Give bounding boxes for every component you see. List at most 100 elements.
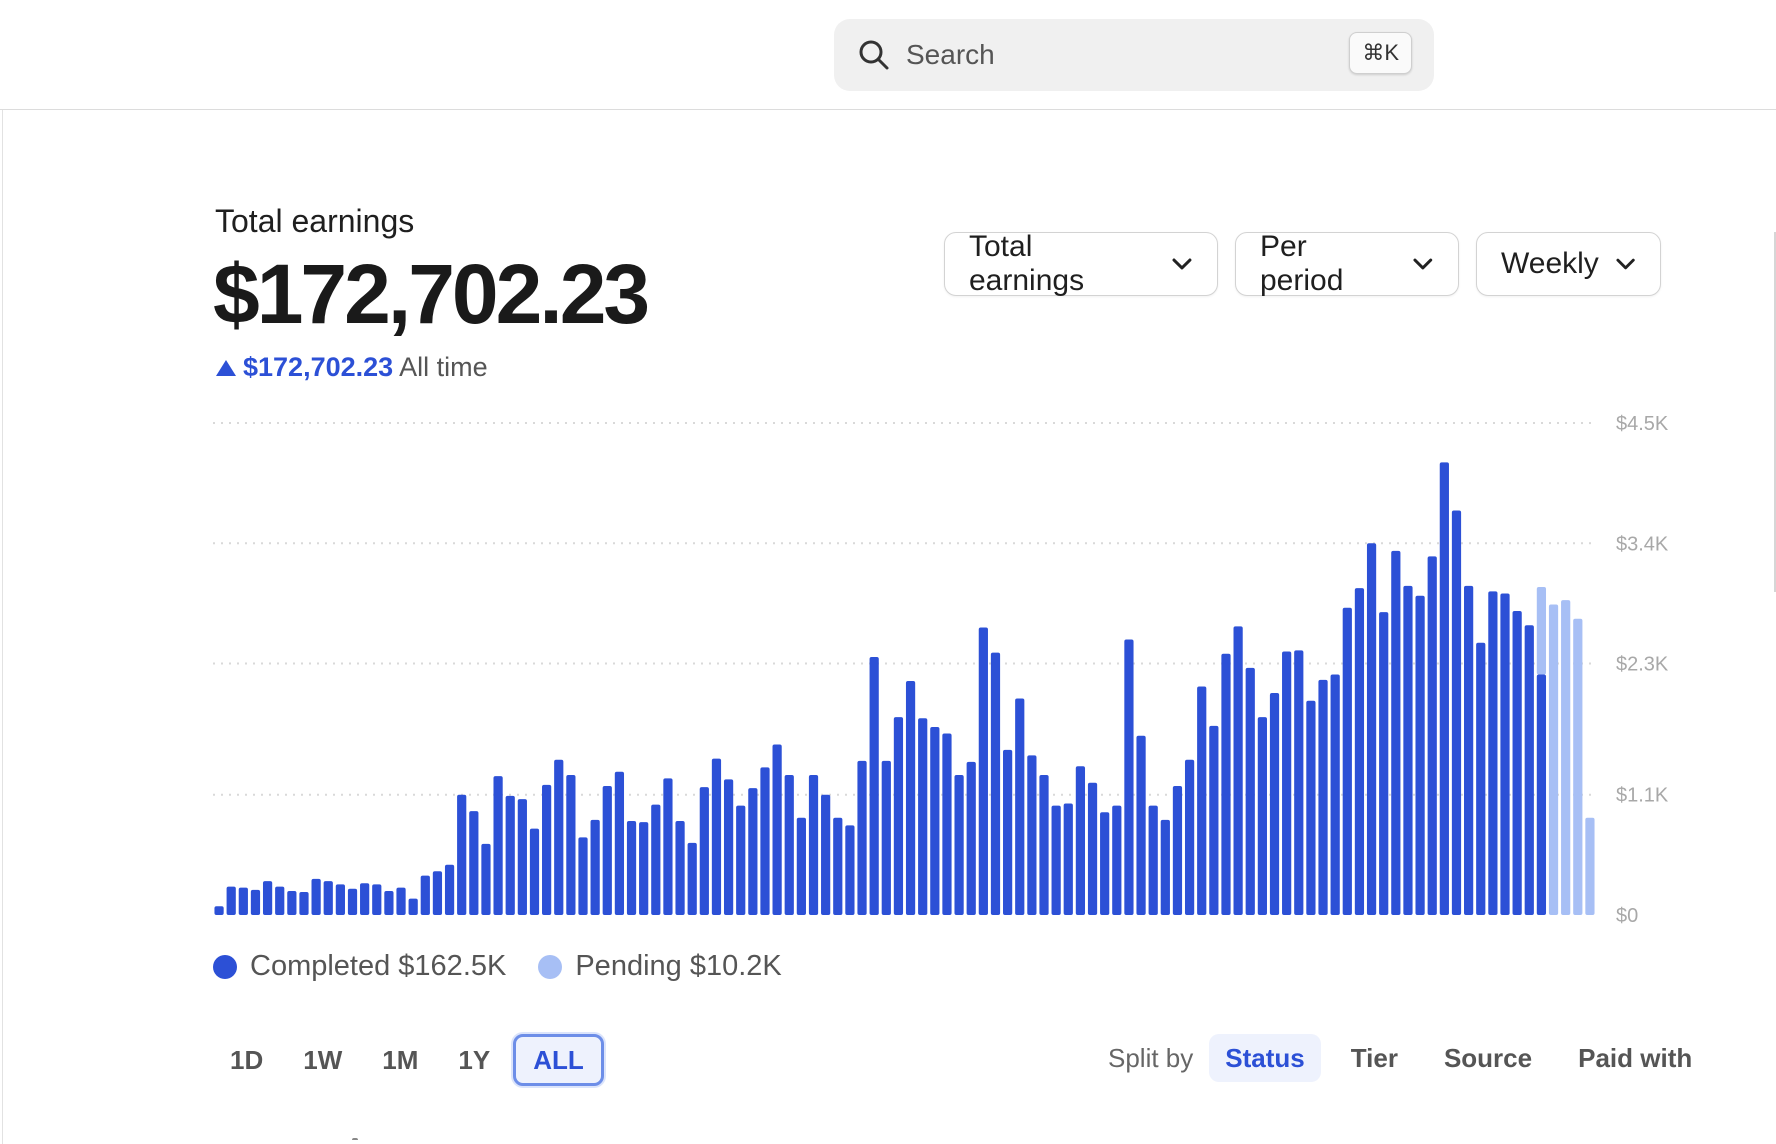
range-1w[interactable]: 1W — [286, 1034, 359, 1086]
bar-completed[interactable] — [554, 759, 564, 915]
bar-completed[interactable] — [481, 843, 491, 915]
bar-completed[interactable] — [396, 887, 406, 915]
bar-completed[interactable] — [845, 825, 855, 915]
bar-completed[interactable] — [723, 779, 734, 915]
bar-completed[interactable] — [1197, 686, 1207, 915]
bar-completed[interactable] — [663, 778, 673, 915]
bar-completed[interactable] — [1500, 593, 1510, 915]
bar-completed[interactable] — [1148, 805, 1158, 915]
bar-completed[interactable] — [384, 890, 394, 915]
bar-completed[interactable] — [1427, 556, 1437, 915]
bar-completed[interactable] — [954, 775, 964, 915]
bar-completed[interactable] — [869, 656, 879, 915]
bar-completed[interactable] — [299, 892, 309, 915]
bar-completed[interactable] — [639, 822, 649, 915]
bar-completed[interactable] — [1221, 653, 1231, 915]
bar-completed[interactable] — [566, 775, 576, 915]
bar-completed[interactable] — [1087, 782, 1098, 915]
bar-completed[interactable] — [1245, 667, 1255, 915]
range-1d[interactable]: 1D — [213, 1034, 280, 1086]
bar-completed[interactable] — [1415, 595, 1425, 915]
bar-completed[interactable] — [602, 785, 612, 915]
bar-completed[interactable] — [1124, 639, 1134, 915]
bar-completed[interactable] — [529, 828, 540, 915]
bar-completed[interactable] — [942, 733, 952, 915]
bar-completed[interactable] — [796, 817, 806, 915]
bar-completed[interactable] — [493, 776, 503, 915]
bar-completed[interactable] — [1015, 698, 1025, 915]
bar-completed[interactable] — [1051, 805, 1061, 915]
metric-dropdown[interactable]: Total earnings — [944, 230, 1218, 297]
bar-completed[interactable] — [893, 717, 904, 915]
bar-pending[interactable] — [1573, 618, 1583, 915]
bar-completed[interactable] — [1391, 550, 1401, 915]
bar-completed[interactable] — [1488, 591, 1498, 915]
interval-dropdown[interactable]: Weekly — [1476, 232, 1661, 296]
range-all[interactable]: ALL — [513, 1034, 604, 1086]
bar-completed[interactable] — [1294, 650, 1304, 915]
bar-completed[interactable] — [833, 817, 843, 915]
bar-completed[interactable] — [1282, 651, 1292, 915]
bar-completed[interactable] — [772, 744, 782, 915]
bar-completed[interactable] — [420, 875, 430, 915]
bar-completed[interactable] — [1233, 626, 1243, 915]
bar-completed[interactable] — [881, 760, 891, 915]
bar-completed[interactable] — [808, 775, 819, 915]
bar-completed[interactable] — [614, 771, 625, 915]
bar-completed[interactable] — [1464, 585, 1474, 915]
bar-completed[interactable] — [626, 820, 637, 915]
bar-completed[interactable] — [1075, 766, 1086, 915]
bar-completed[interactable] — [1451, 510, 1462, 915]
bar-completed[interactable] — [542, 784, 552, 915]
split-paid-with[interactable]: Paid with — [1562, 1034, 1708, 1082]
bar-completed[interactable] — [469, 811, 479, 915]
bar-completed[interactable] — [760, 767, 770, 915]
bar-completed[interactable] — [821, 794, 831, 915]
search-bar[interactable]: ⌘K — [834, 19, 1434, 91]
bar-completed[interactable] — [699, 787, 709, 915]
bar-completed[interactable] — [1172, 785, 1183, 915]
bar-completed[interactable] — [1257, 717, 1267, 915]
bar-completed[interactable] — [1003, 749, 1013, 915]
bar-completed[interactable] — [287, 890, 297, 915]
bar-completed[interactable] — [214, 906, 224, 915]
bar-completed[interactable] — [1342, 607, 1352, 915]
bar-completed[interactable] — [335, 884, 345, 915]
bar-completed[interactable] — [1439, 462, 1449, 915]
bar-completed[interactable] — [517, 799, 527, 915]
bar-completed[interactable] — [651, 804, 661, 915]
bar-completed[interactable] — [1524, 625, 1534, 915]
bar-completed[interactable] — [905, 681, 916, 915]
bar-completed[interactable] — [1039, 775, 1049, 915]
bar-completed[interactable] — [966, 761, 976, 915]
bar-completed[interactable] — [1027, 755, 1037, 915]
bar-completed[interactable] — [784, 775, 794, 915]
bar-pending[interactable] — [1561, 600, 1571, 915]
bar-pending[interactable] — [1548, 604, 1559, 915]
bar-completed[interactable] — [1366, 543, 1377, 915]
bar-completed[interactable] — [1100, 812, 1110, 915]
bar-completed[interactable] — [444, 864, 455, 915]
bar-pending[interactable] — [1585, 817, 1595, 915]
search-input[interactable] — [906, 33, 1306, 77]
bar-pending[interactable] — [1536, 587, 1547, 675]
range-1m[interactable]: 1M — [365, 1034, 435, 1086]
mode-dropdown[interactable]: Per period — [1235, 230, 1459, 297]
bar-completed[interactable] — [262, 881, 273, 915]
bar-completed[interactable] — [408, 898, 418, 915]
bar-completed[interactable] — [275, 886, 285, 915]
range-1y[interactable]: 1Y — [441, 1034, 507, 1086]
bar-completed[interactable] — [590, 819, 600, 915]
bar-completed[interactable] — [978, 627, 988, 915]
bar-completed[interactable] — [432, 871, 443, 915]
split-status[interactable]: Status — [1209, 1034, 1321, 1082]
bar-completed[interactable] — [1184, 759, 1195, 915]
bar-completed[interactable] — [360, 883, 370, 915]
bar-completed[interactable] — [238, 887, 248, 915]
bar-completed[interactable] — [1536, 674, 1547, 915]
bar-completed[interactable] — [1269, 693, 1280, 915]
bar-completed[interactable] — [1403, 585, 1413, 915]
bar-completed[interactable] — [1160, 819, 1170, 915]
bar-completed[interactable] — [1512, 611, 1522, 915]
bar-completed[interactable] — [323, 881, 333, 915]
